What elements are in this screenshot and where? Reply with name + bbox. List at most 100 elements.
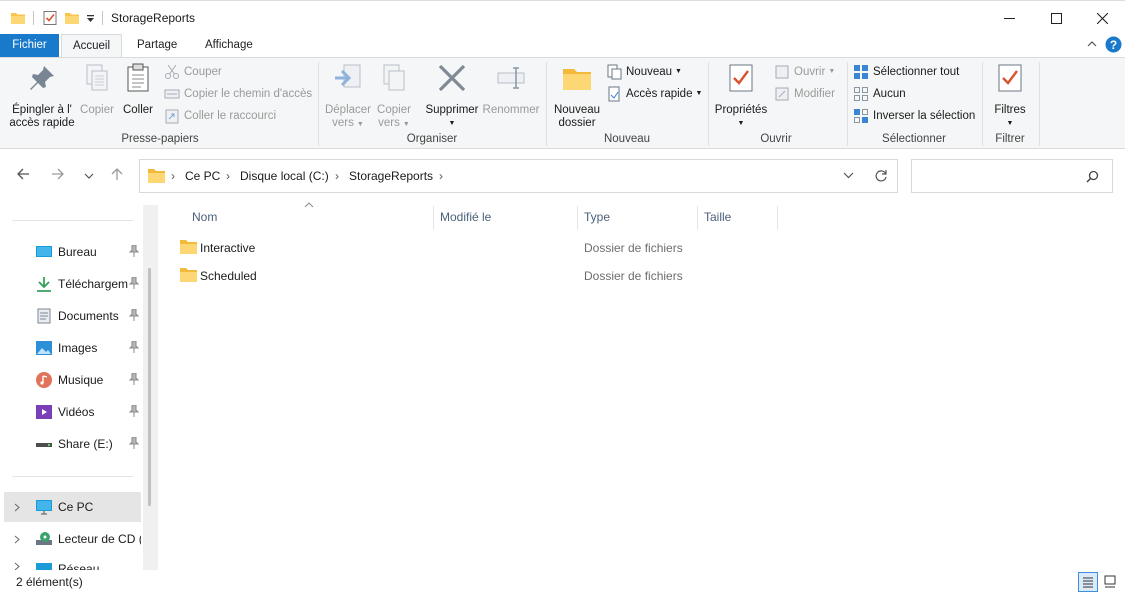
- pin-icon[interactable]: [129, 277, 139, 289]
- back-button[interactable]: [13, 167, 33, 187]
- copy-button[interactable]: Copier: [78, 62, 116, 117]
- nav-label: Réseau: [58, 562, 100, 570]
- filters-dropdown-icon[interactable]: ▼: [986, 117, 1034, 130]
- tab-file[interactable]: Fichier: [0, 34, 59, 58]
- tab-home[interactable]: Accueil: [61, 34, 122, 59]
- help-icon[interactable]: ?: [1105, 36, 1122, 53]
- easy-access-button[interactable]: Accès rapide ▼: [606, 85, 702, 103]
- new-item-icon: [607, 64, 622, 80]
- column-header-type[interactable]: Type: [584, 210, 610, 224]
- up-arrow-icon: [111, 168, 123, 180]
- customize-toolbar-icon[interactable]: [86, 14, 95, 23]
- pin-icon[interactable]: [129, 341, 139, 353]
- column-separator[interactable]: [697, 206, 698, 230]
- refresh-icon[interactable]: [874, 169, 888, 183]
- paste-shortcut-icon: [165, 109, 179, 124]
- column-header-size[interactable]: Taille: [704, 210, 731, 224]
- details-view-button[interactable]: [1078, 572, 1098, 592]
- address-bar[interactable]: › Ce PC › Disque local (C:) › StorageRep…: [139, 159, 898, 193]
- nav-item-pictures[interactable]: Images: [4, 333, 141, 363]
- paste-button[interactable]: Coller: [119, 62, 157, 117]
- group-label-new: Nouveau: [603, 133, 651, 145]
- tab-share[interactable]: Partage: [127, 34, 187, 58]
- chevron-down-icon: [84, 173, 94, 179]
- rename-label: Renommer: [482, 104, 540, 116]
- nav-item-cd-drive[interactable]: Lecteur de CD (D: [4, 524, 141, 554]
- breadcrumb-chevron-icon[interactable]: ›: [439, 169, 443, 183]
- open-button[interactable]: Ouvrir ▼: [774, 63, 835, 81]
- edit-button[interactable]: Modifier: [774, 85, 835, 103]
- search-box[interactable]: [911, 159, 1113, 193]
- invert-selection-button[interactable]: Inverser la sélection: [853, 107, 975, 125]
- recent-locations-button[interactable]: [79, 167, 99, 187]
- nav-item-documents[interactable]: Documents: [4, 301, 141, 331]
- nav-item-videos[interactable]: Vidéos: [4, 397, 141, 427]
- nav-item-desktop[interactable]: Bureau: [4, 237, 141, 267]
- column-header-modified[interactable]: Modifié le: [440, 210, 491, 224]
- column-separator[interactable]: [433, 206, 434, 230]
- chevron-right-icon[interactable]: [14, 535, 21, 544]
- copy-to-button[interactable]: Copier vers ▼: [373, 62, 415, 131]
- paste-shortcut-button[interactable]: Coller le raccourci: [164, 107, 276, 125]
- new-folder-button[interactable]: Nouveau dossier: [552, 62, 602, 130]
- group-label-open: Ouvrir: [760, 133, 792, 145]
- breadcrumb-storagereports[interactable]: StorageReports: [349, 169, 433, 183]
- new-folder-icon[interactable]: [64, 10, 80, 26]
- nav-item-share-drive[interactable]: Share (E:): [4, 429, 141, 459]
- nav-item-this-pc[interactable]: Ce PC: [4, 492, 141, 522]
- chevron-right-icon[interactable]: [14, 503, 21, 512]
- cd-drive-icon: [36, 532, 52, 545]
- paste-shortcut-label: Coller le raccourci: [184, 110, 277, 122]
- copy-to-icon: [383, 64, 405, 91]
- breadcrumb-local-disk[interactable]: Disque local (C:): [240, 169, 329, 183]
- address-history-chevron-icon[interactable]: [843, 172, 854, 180]
- move-to-button[interactable]: Déplacer vers ▼: [323, 62, 373, 131]
- breadcrumb-chevron-icon[interactable]: ›: [226, 169, 230, 183]
- select-none-label: Aucun: [873, 88, 906, 100]
- properties-icon: [729, 64, 753, 92]
- column-separator[interactable]: [777, 206, 778, 230]
- breadcrumb-chevron-icon[interactable]: ›: [171, 169, 175, 183]
- select-none-button[interactable]: Aucun: [853, 85, 906, 103]
- properties-button[interactable]: Propriétés ▼: [712, 62, 770, 130]
- rename-button[interactable]: Renommer: [482, 62, 540, 117]
- properties-dropdown-icon[interactable]: ▼: [712, 117, 770, 130]
- nav-pane-scrollbar-thumb[interactable]: [148, 268, 151, 506]
- forward-button[interactable]: [48, 167, 68, 187]
- minimize-button[interactable]: [986, 1, 1032, 35]
- filters-label: Filtres: [994, 104, 1026, 116]
- up-button[interactable]: [107, 167, 127, 187]
- maximize-button[interactable]: [1033, 1, 1079, 35]
- file-type: Dossier de fichiers: [584, 241, 683, 255]
- nav-item-music[interactable]: Musique: [4, 365, 141, 395]
- pin-icon[interactable]: [129, 437, 139, 449]
- filters-button[interactable]: Filtres ▼: [986, 62, 1034, 130]
- delete-dropdown-icon[interactable]: ▼: [424, 117, 480, 130]
- pin-icon[interactable]: [129, 373, 139, 385]
- large-icons-view-button[interactable]: [1101, 572, 1121, 592]
- breadcrumb-chevron-icon[interactable]: ›: [335, 169, 339, 183]
- close-button[interactable]: [1079, 1, 1125, 35]
- pin-quick-access-button[interactable]: Épingler à l' accès rapide: [6, 62, 78, 130]
- file-row[interactable]: Scheduled Dossier de fichiers: [175, 263, 775, 289]
- column-header-name[interactable]: Nom: [192, 210, 217, 224]
- nav-label: Documents: [58, 309, 119, 323]
- collapse-ribbon-icon[interactable]: [1087, 39, 1097, 49]
- chevron-right-icon[interactable]: [14, 562, 21, 570]
- properties-check-icon[interactable]: [42, 10, 58, 26]
- breadcrumb-this-pc[interactable]: Ce PC: [185, 169, 220, 183]
- new-item-button[interactable]: Nouveau ▼: [606, 63, 682, 81]
- file-row[interactable]: Interactive Dossier de fichiers: [175, 235, 775, 261]
- nav-item-network[interactable]: Réseau: [4, 556, 141, 570]
- nav-item-downloads[interactable]: Téléchargem: [4, 269, 141, 299]
- tab-view[interactable]: Affichage: [195, 34, 263, 58]
- search-icon[interactable]: [1086, 170, 1099, 183]
- pin-icon[interactable]: [129, 309, 139, 321]
- select-all-button[interactable]: Sélectionner tout: [853, 63, 959, 81]
- pin-icon[interactable]: [129, 245, 139, 257]
- pin-icon[interactable]: [129, 405, 139, 417]
- copy-path-button[interactable]: Copier le chemin d'accès: [164, 85, 312, 103]
- delete-button[interactable]: Supprimer ▼: [424, 62, 480, 130]
- column-separator[interactable]: [577, 206, 578, 230]
- cut-button[interactable]: Couper: [164, 63, 222, 81]
